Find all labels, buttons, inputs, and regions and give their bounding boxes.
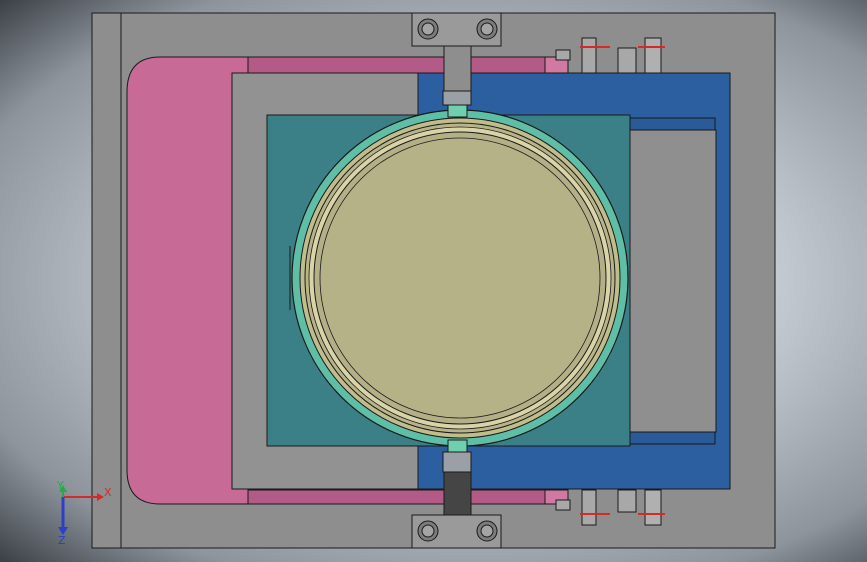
top-left-bolt-inner (421, 22, 435, 36)
z-axis-label: Z (58, 534, 66, 547)
bottom-nut (442, 451, 472, 473)
top-right-bolt-inner (480, 22, 494, 36)
gray-right-block (629, 129, 717, 433)
cad-viewport[interactable]: X Y Z (0, 0, 867, 562)
x-axis-label: X (104, 486, 112, 499)
top-pin (447, 104, 468, 118)
bottom-left-bolt-inner (421, 524, 435, 538)
top-nut (442, 90, 472, 106)
bottom-stem (443, 471, 472, 516)
y-axis-label: Y (56, 479, 64, 492)
disc-face (319, 137, 601, 419)
pink-top-rail (247, 56, 551, 74)
bottom-pin (447, 439, 468, 453)
pink-bottom-rail (247, 489, 551, 505)
top-stem (443, 45, 472, 92)
bottom-right-bolt-inner (480, 524, 494, 538)
